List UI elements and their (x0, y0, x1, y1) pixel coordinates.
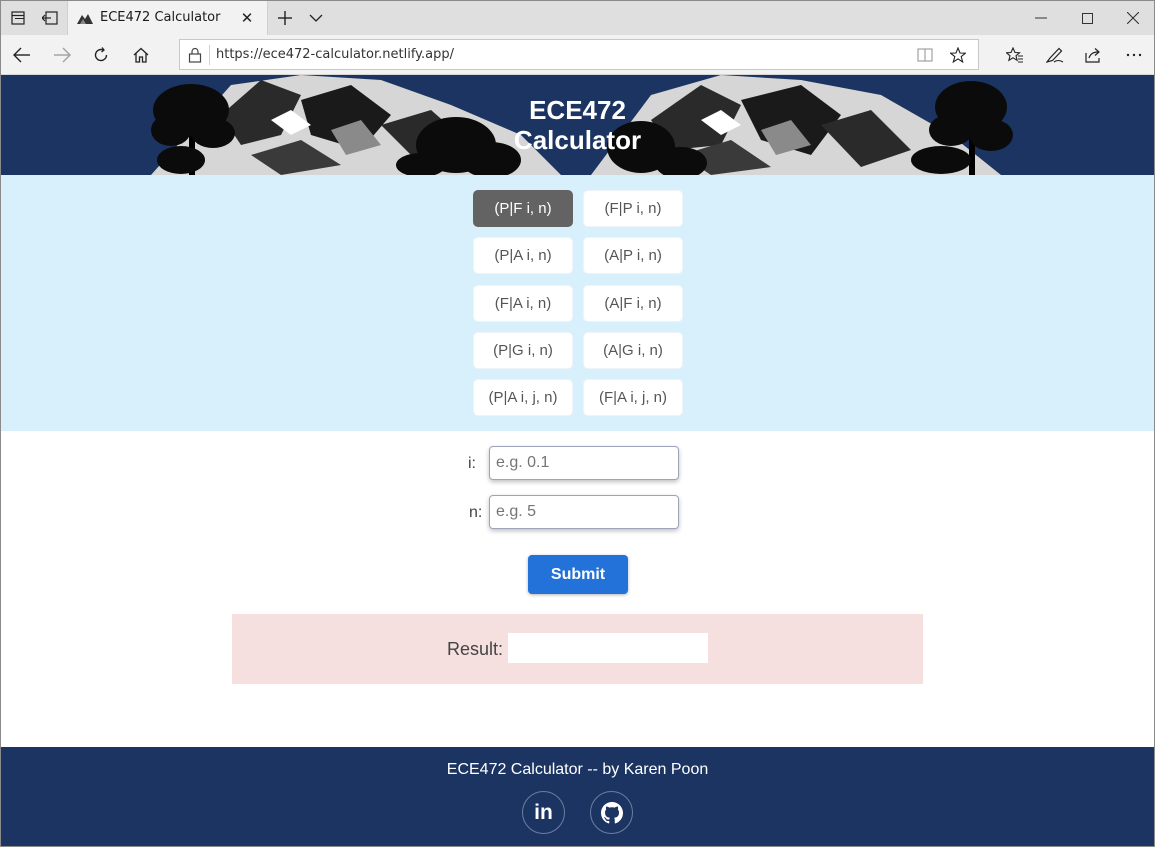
footer: ECE472 Calculator -- by Karen Poon in (1, 747, 1154, 846)
formula-button-f-a-ij[interactable]: (F|A i, j, n) (583, 379, 683, 416)
new-tab-icon[interactable] (274, 7, 296, 29)
address-separator (209, 45, 210, 65)
n-input[interactable] (489, 495, 679, 529)
formula-button-a-f[interactable]: (A|F i, n) (583, 285, 683, 322)
github-link[interactable] (590, 791, 633, 834)
back-icon[interactable] (8, 41, 36, 69)
header-banner: ECE472 Calculator (1, 75, 1154, 175)
tab-dropdown-icon[interactable] (305, 7, 327, 29)
share-icon[interactable] (1080, 41, 1108, 69)
minimize-icon[interactable] (1018, 1, 1064, 35)
formula-button-p-f[interactable]: (P|F i, n) (473, 190, 573, 227)
github-icon (600, 801, 623, 823)
result-output (508, 633, 708, 663)
formula-selector: (P|F i, n) (F|P i, n) (P|A i, n) (A|P i,… (1, 175, 1154, 431)
linkedin-icon: in (534, 800, 553, 824)
formula-button-p-a-ij[interactable]: (P|A i, j, n) (473, 379, 573, 416)
favorite-star-icon[interactable] (946, 43, 970, 67)
tab-title: ECE472 Calculator (100, 10, 221, 25)
set-aside-tabs-icon[interactable] (39, 7, 61, 29)
more-icon[interactable] (1120, 41, 1148, 69)
footer-credit: ECE472 Calculator -- by Karen Poon (446, 761, 709, 778)
n-label: n: (469, 504, 483, 521)
calculator-favicon-icon (77, 14, 93, 24)
notes-icon[interactable] (1041, 41, 1069, 69)
tab-bar: ECE472 Calculator ✕ (1, 1, 1154, 35)
maximize-icon[interactable] (1064, 1, 1110, 35)
lock-icon (188, 47, 202, 63)
tab-list-icon[interactable] (7, 7, 29, 29)
navigation-toolbar: https://ece472-calculator.netlify.app/ (1, 35, 1154, 75)
active-tab[interactable]: ECE472 Calculator ✕ (67, 1, 268, 35)
forward-icon[interactable] (48, 41, 76, 69)
url-text[interactable]: https://ece472-calculator.netlify.app/ (216, 47, 454, 62)
home-icon[interactable] (127, 41, 155, 69)
i-input[interactable] (489, 446, 679, 480)
result-label: Result: (447, 639, 504, 659)
formula-button-p-g[interactable]: (P|G i, n) (473, 332, 573, 369)
linkedin-link[interactable]: in (522, 791, 565, 834)
reading-view-icon[interactable] (913, 43, 937, 67)
web-page: ECE472 Calculator (P|F i, n) (F|P i, n) … (1, 75, 1154, 846)
formula-button-f-a[interactable]: (F|A i, n) (473, 285, 573, 322)
tab-close-icon[interactable]: ✕ (236, 7, 258, 29)
address-bar[interactable]: https://ece472-calculator.netlify.app/ (179, 39, 979, 70)
i-label: i: (468, 455, 476, 472)
submit-button[interactable]: Submit (528, 555, 628, 594)
formula-button-p-a[interactable]: (P|A i, n) (473, 237, 573, 274)
favorites-icon[interactable] (1001, 41, 1029, 69)
formula-button-f-p[interactable]: (F|P i, n) (583, 190, 683, 227)
browser-window: ECE472 Calculator ✕ https://ece472-calcu… (0, 0, 1155, 847)
result-panel: Result: (232, 614, 923, 684)
close-icon[interactable] (1110, 1, 1154, 35)
refresh-icon[interactable] (87, 41, 115, 69)
page-title-line2: Calculator (513, 125, 642, 155)
formula-button-a-g[interactable]: (A|G i, n) (583, 332, 683, 369)
page-title-line1: ECE472 (529, 95, 626, 125)
formula-button-a-p[interactable]: (A|P i, n) (583, 237, 683, 274)
